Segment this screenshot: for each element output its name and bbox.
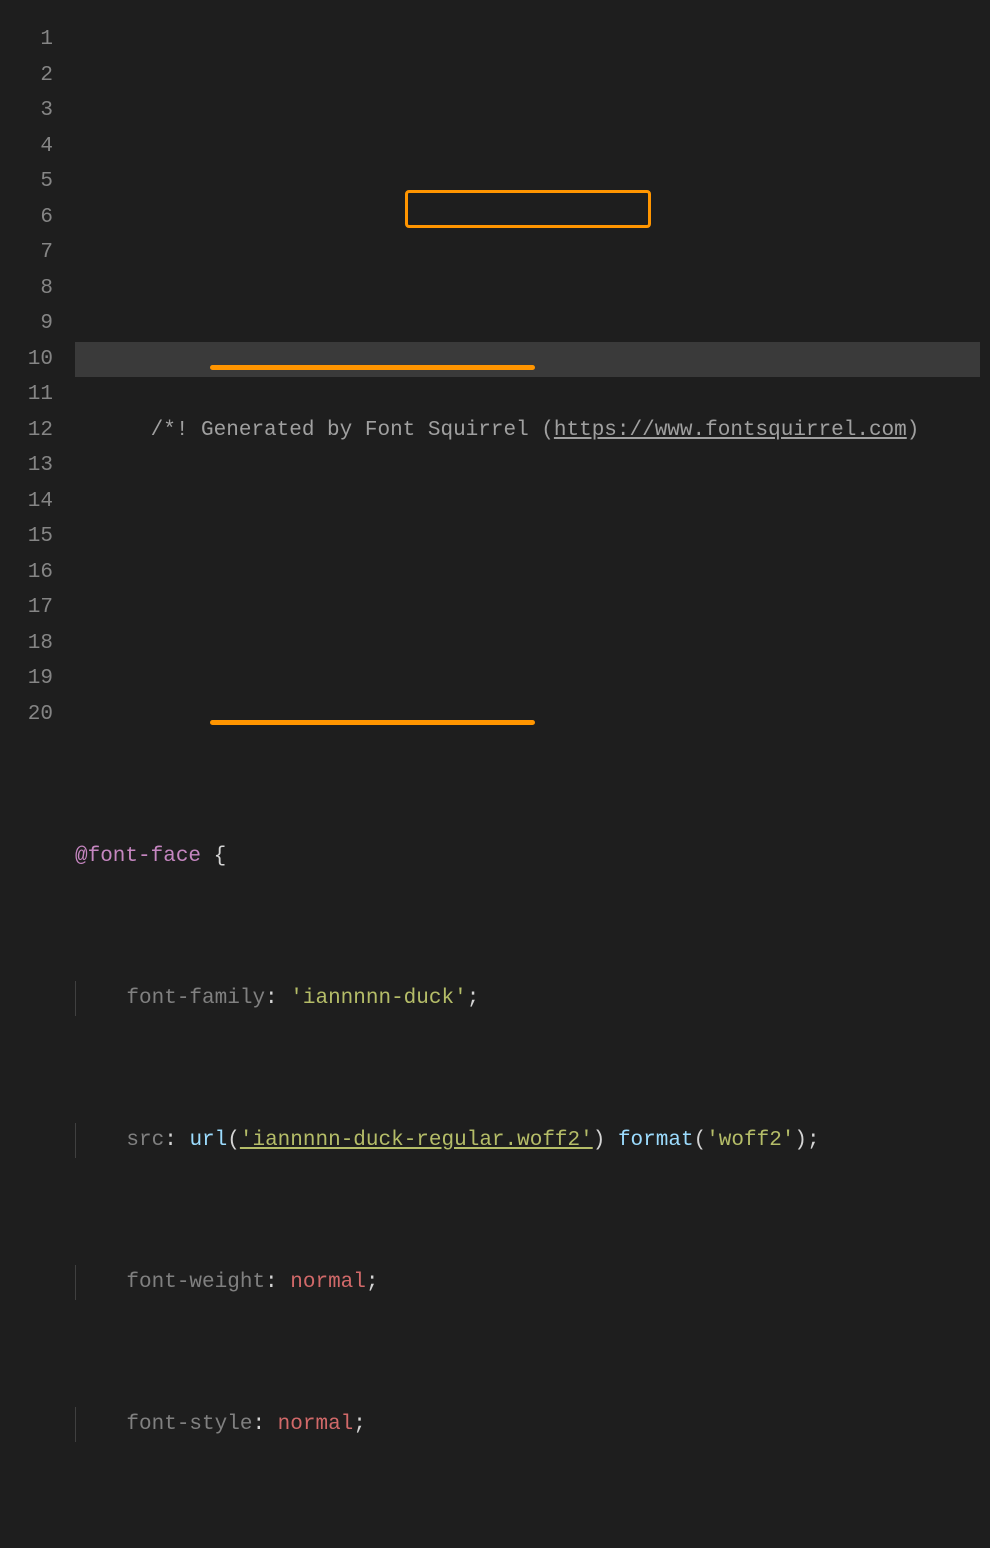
line-number-gutter: 1 2 3 4 5 6 7 8 9 10 11 12 13 14 15 16 1…	[0, 0, 75, 774]
line-number: 13	[0, 448, 53, 484]
code-line: @font-face {	[75, 839, 990, 875]
code-line: font-family: 'iannnnn-duck';	[75, 981, 990, 1017]
line-number: 9	[0, 306, 53, 342]
line-number: 6	[0, 200, 53, 236]
css-url-string: 'iannnnn-duck-regular.woff2'	[240, 1129, 593, 1152]
code-line: font-style: normal;	[75, 1407, 990, 1443]
code-line	[75, 484, 990, 520]
code-line	[75, 697, 990, 733]
comment-text: /*! Generated by Font Squirrel (https://…	[151, 419, 920, 442]
line-number: 4	[0, 129, 53, 165]
annotation-highlight-box	[405, 190, 651, 228]
code-area[interactable]: /*! Generated by Font Squirrel (https://…	[75, 0, 990, 774]
line-number: 14	[0, 484, 53, 520]
line-number: 18	[0, 626, 53, 662]
at-rule: @font-face	[75, 845, 201, 868]
css-property: font-family	[126, 987, 265, 1010]
code-line: /*! Generated by Font Squirrel (https://…	[75, 342, 990, 378]
css-property: font-style	[126, 1413, 252, 1436]
css-value: normal	[290, 1271, 366, 1294]
css-property: src	[126, 1129, 164, 1152]
line-number: 20	[0, 697, 53, 733]
line-number: 17	[0, 590, 53, 626]
css-function: url	[189, 1129, 227, 1152]
line-number: 10	[0, 342, 53, 378]
line-number: 7	[0, 235, 53, 271]
line-number: 2	[0, 58, 53, 94]
line-number: 15	[0, 519, 53, 555]
line-number: 19	[0, 661, 53, 697]
css-property: font-weight	[126, 1271, 265, 1294]
css-string: 'iannnnn-duck'	[290, 987, 466, 1010]
css-value: normal	[278, 1413, 354, 1436]
code-line: src: url('iannnnn-duck-regular.woff2') f…	[75, 1123, 990, 1159]
line-number: 11	[0, 377, 53, 413]
line-number: 5	[0, 164, 53, 200]
code-line: font-weight: normal;	[75, 1265, 990, 1301]
line-number: 8	[0, 271, 53, 307]
line-number: 16	[0, 555, 53, 591]
code-editor: 1 2 3 4 5 6 7 8 9 10 11 12 13 14 15 16 1…	[0, 0, 990, 774]
line-number: 1	[0, 22, 53, 58]
comment-link[interactable]: https://www.fontsquirrel.com	[554, 419, 907, 442]
code-line	[75, 590, 990, 626]
line-number: 3	[0, 93, 53, 129]
line-number: 12	[0, 413, 53, 449]
css-function: format	[618, 1129, 694, 1152]
